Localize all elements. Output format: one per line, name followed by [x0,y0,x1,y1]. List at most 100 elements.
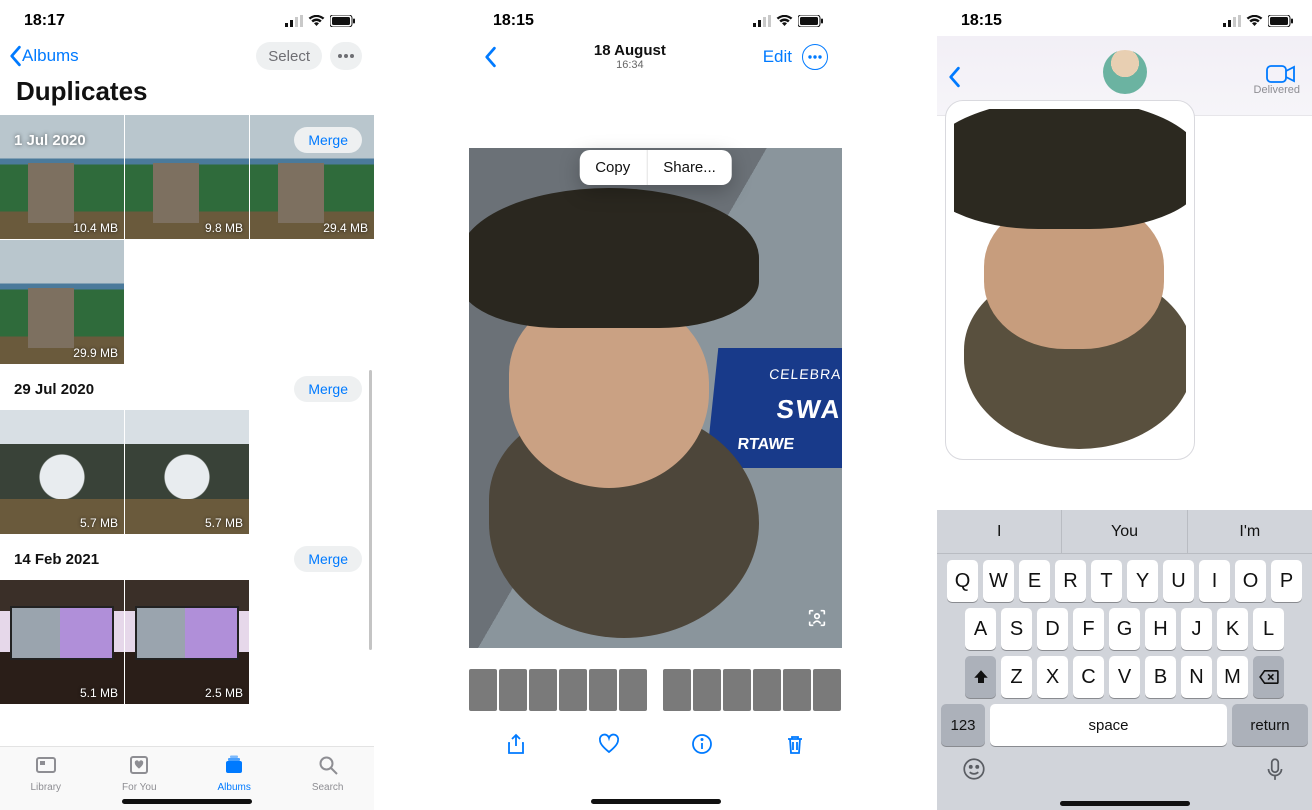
favorite-button[interactable] [587,726,631,767]
delete-button[interactable] [773,726,817,767]
suggestion[interactable]: I [937,510,1062,553]
group-date: 29 Jul 2020 [14,381,94,398]
key-s[interactable]: S [1001,608,1032,650]
return-key[interactable]: return [1232,704,1308,746]
home-indicator[interactable] [591,799,721,804]
ellipsis-icon [808,55,822,59]
info-button[interactable] [680,726,724,767]
backspace-icon [1258,669,1280,685]
key-b[interactable]: B [1145,656,1176,698]
key-k[interactable]: K [1217,608,1248,650]
photo-canvas[interactable]: CELEBRA SWA RTAWE [469,148,842,648]
dictation-button[interactable] [1262,756,1288,787]
key-l[interactable]: L [1253,608,1284,650]
key-q[interactable]: Q [947,560,978,602]
photo-thumbnail[interactable]: 5.7 MB [0,410,124,534]
suggestion[interactable]: You [1062,510,1187,553]
phone-messages: 18:15 Emma 〉 Delivered IYouI'm [937,0,1312,810]
emoji-button[interactable] [961,756,987,787]
copy-option[interactable]: Copy [579,150,646,185]
emoji-icon [961,756,987,782]
info-icon [690,732,714,756]
photo-thumbnail[interactable]: 5.7 MB [125,410,249,534]
numbers-key[interactable]: 123 [941,704,985,746]
key-row-1: QWERTYUIOP [937,554,1312,602]
visual-lookup-icon[interactable] [806,607,828,634]
share-button[interactable] [494,726,538,767]
key-m[interactable]: M [1217,656,1248,698]
key-n[interactable]: N [1181,656,1212,698]
key-i[interactable]: I [1199,560,1230,602]
back-label: Albums [22,46,79,66]
key-z[interactable]: Z [1001,656,1032,698]
share-option[interactable]: Share... [647,150,732,185]
tab-search[interactable]: Search [312,753,344,793]
photo-time: 16:34 [594,59,666,72]
key-d[interactable]: D [1037,608,1068,650]
key-x[interactable]: X [1037,656,1068,698]
key-y[interactable]: Y [1127,560,1158,602]
merge-button[interactable]: Merge [294,376,362,402]
tab-icon [315,753,341,780]
photo-thumbnail[interactable]: 2.5 MB [125,580,249,704]
message-area[interactable] [945,100,1304,500]
group-date: 1 Jul 2020 [14,132,86,149]
heart-icon [597,732,621,756]
key-h[interactable]: H [1145,608,1176,650]
keyboard: IYouI'm QWERTYUIOP ASDFGHJKL ZXCVBNM 123… [937,510,1312,810]
sticker-attachment[interactable] [945,100,1195,460]
back-button[interactable]: Albums [8,45,79,67]
tab-for-you[interactable]: For You [122,753,156,793]
photo-thumbnail[interactable]: 5.1 MB [0,580,124,704]
shift-icon [972,668,990,686]
photo-filmstrip[interactable] [469,668,842,712]
duplicate-group: 14 Feb 2021 Merge 5.1 MB 2.5 MB [0,534,374,704]
tab-library[interactable]: Library [30,753,61,793]
suggestion[interactable]: I'm [1188,510,1312,553]
merge-button[interactable]: Merge [294,127,362,153]
status-time: 18:15 [961,12,1002,30]
merge-button[interactable]: Merge [294,546,362,572]
tab-label: For You [122,782,156,793]
key-c[interactable]: C [1073,656,1104,698]
key-r[interactable]: R [1055,560,1086,602]
cellular-icon [1223,15,1241,27]
status-time: 18:17 [24,12,65,30]
key-f[interactable]: F [1073,608,1104,650]
status-time: 18:15 [493,12,534,30]
key-o[interactable]: O [1235,560,1266,602]
key-j[interactable]: J [1181,608,1212,650]
file-size: 2.5 MB [205,686,243,700]
more-button[interactable] [330,42,362,70]
home-indicator[interactable] [122,799,252,804]
back-button[interactable] [483,46,497,68]
backspace-key[interactable] [1253,656,1284,698]
key-t[interactable]: T [1091,560,1122,602]
chevron-left-icon [947,66,961,88]
home-indicator[interactable] [1060,801,1190,806]
key-e[interactable]: E [1019,560,1050,602]
space-key[interactable]: space [990,704,1227,746]
key-a[interactable]: A [965,608,996,650]
edit-button[interactable]: Edit [763,47,792,67]
status-bar: 18:17 [0,0,374,36]
key-v[interactable]: V [1109,656,1140,698]
trash-icon [783,732,807,756]
more-button[interactable] [802,44,828,70]
photo-thumbnail[interactable]: 29.9 MB [0,240,124,364]
shift-key[interactable] [965,656,996,698]
group-date: 14 Feb 2021 [14,551,99,568]
select-button[interactable]: Select [256,42,322,70]
duplicate-group: 1 Jul 2020Merge10.4 MB9.8 MB29.4 MB29.9 … [0,115,374,364]
key-u[interactable]: U [1163,560,1194,602]
tab-albums[interactable]: Albums [217,753,250,793]
key-g[interactable]: G [1109,608,1140,650]
contact-avatar[interactable] [1103,50,1147,94]
key-w[interactable]: W [983,560,1014,602]
file-size: 5.7 MB [205,516,243,530]
scroll-indicator[interactable] [369,370,372,650]
back-button[interactable] [947,66,961,93]
keyboard-footer [937,746,1312,787]
mic-icon [1262,756,1288,782]
key-p[interactable]: P [1271,560,1302,602]
